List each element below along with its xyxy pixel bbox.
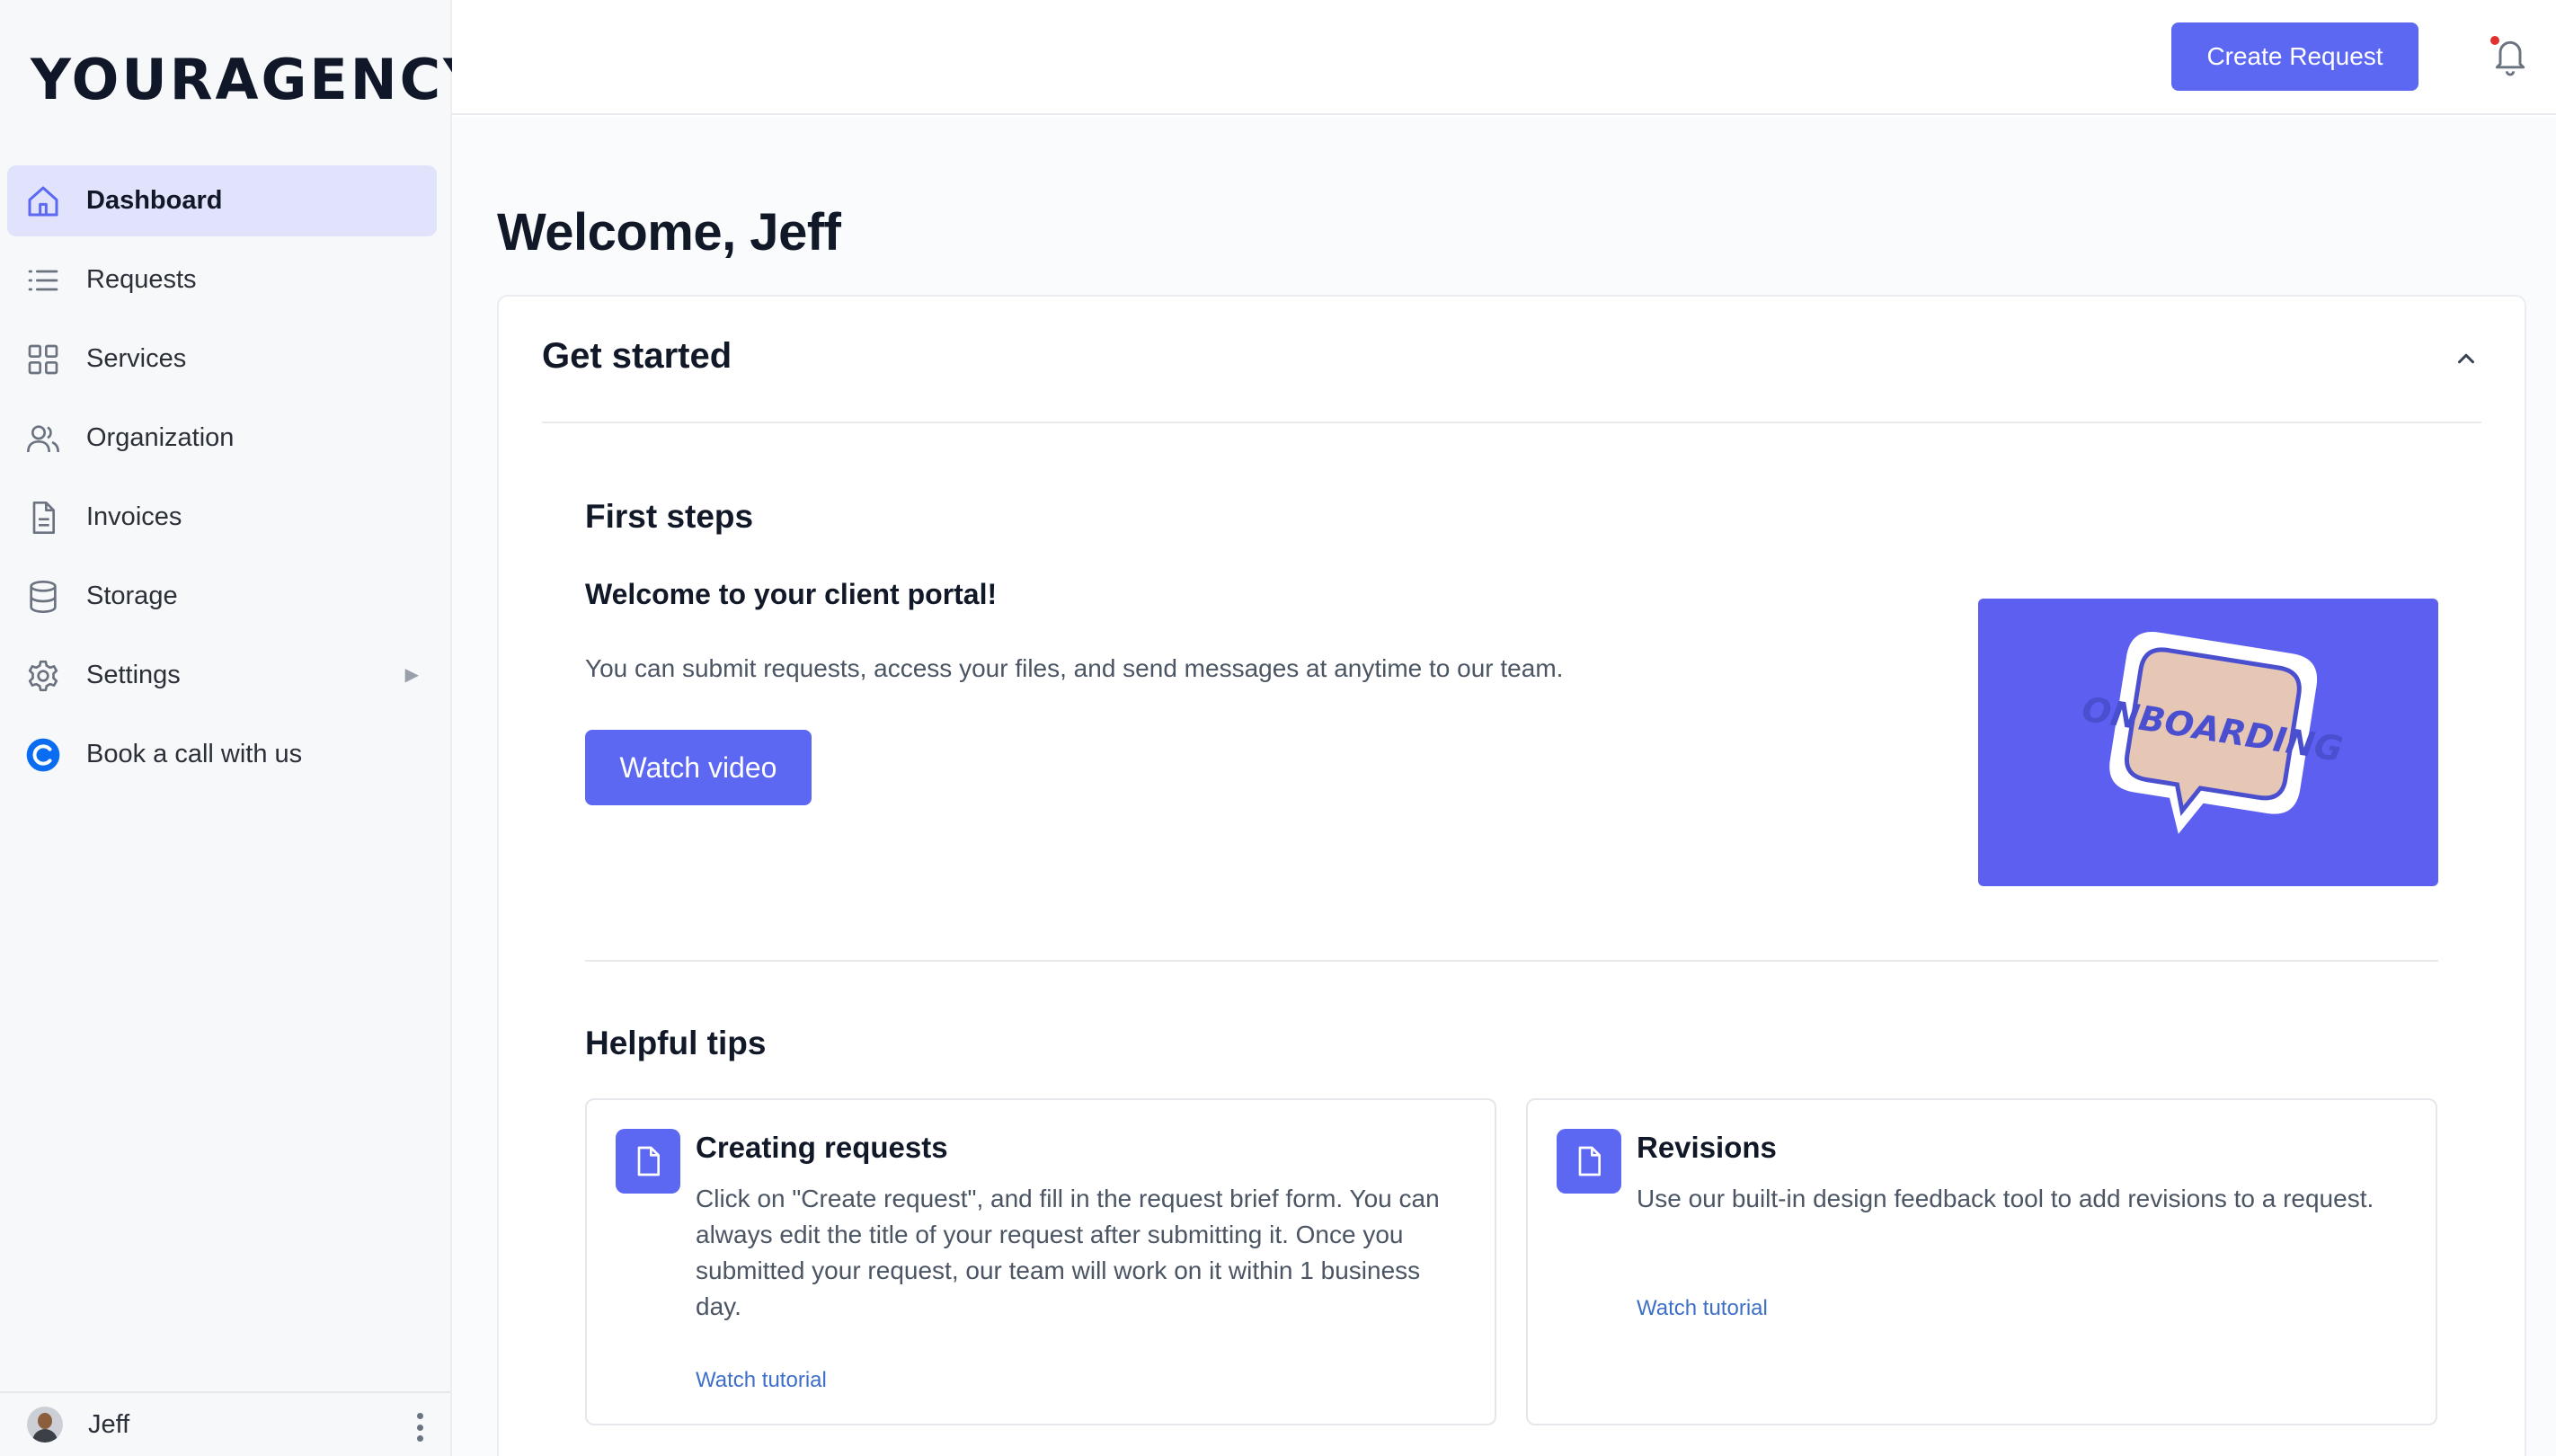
sidebar-item-invoices[interactable]: Invoices: [7, 482, 437, 553]
home-icon: [25, 183, 61, 219]
sidebar: YOURAGENCY Dashboard Requests Services O…: [0, 0, 484, 1456]
user-menu[interactable]: Jeff: [0, 1391, 450, 1456]
sidebar-item-storage[interactable]: Storage: [7, 561, 437, 632]
tip-card-revisions: Revisions Use our built-in design feedba…: [1526, 1098, 2437, 1425]
chevron-up-icon[interactable]: [2453, 345, 2480, 372]
tip-text: Click on "Create request", and fill in t…: [696, 1185, 1440, 1320]
create-request-button[interactable]: Create Request: [2171, 22, 2418, 91]
file-icon: [1557, 1129, 1621, 1194]
sidebar-item-label: Settings: [86, 661, 181, 689]
helpful-tips-title: Helpful tips: [585, 1025, 767, 1061]
tip-title: Creating requests: [696, 1131, 948, 1164]
sidebar-item-label: Book a call with us: [86, 740, 303, 768]
divider: [585, 960, 2438, 962]
tip-text: Use our built-in design feedback tool to…: [1637, 1185, 2374, 1212]
sidebar-item-requests[interactable]: Requests: [7, 244, 437, 315]
card-title: Get started: [542, 336, 732, 376]
database-icon: [25, 579, 61, 615]
sidebar-item-services[interactable]: Services: [7, 324, 437, 395]
sidebar-item-label: Requests: [86, 265, 197, 294]
first-steps-subtitle: Welcome to your client portal!: [585, 578, 998, 610]
app-root: YOURAGENCY Dashboard Requests Services O…: [0, 0, 2556, 1456]
watch-tutorial-link[interactable]: Watch tutorial: [1637, 1296, 1768, 1321]
file-icon: [616, 1129, 680, 1194]
notification-dot: [2490, 36, 2499, 45]
get-started-card: Get started First steps Welcome to your …: [497, 295, 2526, 1456]
sidebar-item-label: Storage: [86, 582, 178, 610]
sidebar-item-organization[interactable]: Organization: [7, 403, 437, 474]
first-steps-title: First steps: [585, 498, 754, 535]
first-steps-description: You can submit requests, access your fil…: [585, 654, 1564, 682]
users-icon: [25, 421, 61, 457]
list-icon: [25, 262, 61, 298]
tip-title: Revisions: [1637, 1131, 1777, 1164]
sidebar-item-label: Services: [86, 344, 187, 373]
watch-video-button[interactable]: Watch video: [585, 730, 812, 805]
tip-card-creating-requests: Creating requests Click on "Create reque…: [585, 1098, 1496, 1425]
calendly-icon: [25, 737, 61, 773]
gear-icon: [25, 658, 61, 694]
grid-icon: [25, 342, 61, 377]
avatar: [27, 1407, 63, 1443]
sidebar-item-label: Invoices: [86, 502, 182, 531]
divider: [542, 422, 2481, 423]
sidebar-item-settings[interactable]: Settings ▶: [7, 640, 437, 711]
agency-logo[interactable]: YOURAGENCY: [31, 47, 486, 112]
sidebar-item-book-call[interactable]: Book a call with us: [7, 719, 437, 790]
sidebar-item-dashboard[interactable]: Dashboard: [7, 165, 437, 236]
more-options-icon[interactable]: [416, 1413, 423, 1442]
page-title: Welcome, Jeff: [497, 203, 841, 262]
get-started-header[interactable]: Get started: [499, 297, 2525, 422]
onboarding-video-thumbnail[interactable]: ONBOARDING: [1978, 599, 2438, 886]
user-name: Jeff: [88, 1409, 130, 1439]
sidebar-item-label: Dashboard: [86, 186, 223, 215]
expand-caret-icon[interactable]: ▶: [405, 663, 419, 686]
main-content: Welcome, Jeff Get started First steps We…: [452, 117, 2556, 1456]
sidebar-item-label: Organization: [86, 423, 235, 452]
top-bar: Create Request: [452, 0, 2556, 115]
document-icon: [25, 500, 61, 536]
sidebar-nav: Dashboard Requests Services Organization: [7, 165, 437, 798]
onboarding-illustration: ONBOARDING: [2080, 632, 2346, 834]
watch-tutorial-link[interactable]: Watch tutorial: [696, 1368, 827, 1393]
